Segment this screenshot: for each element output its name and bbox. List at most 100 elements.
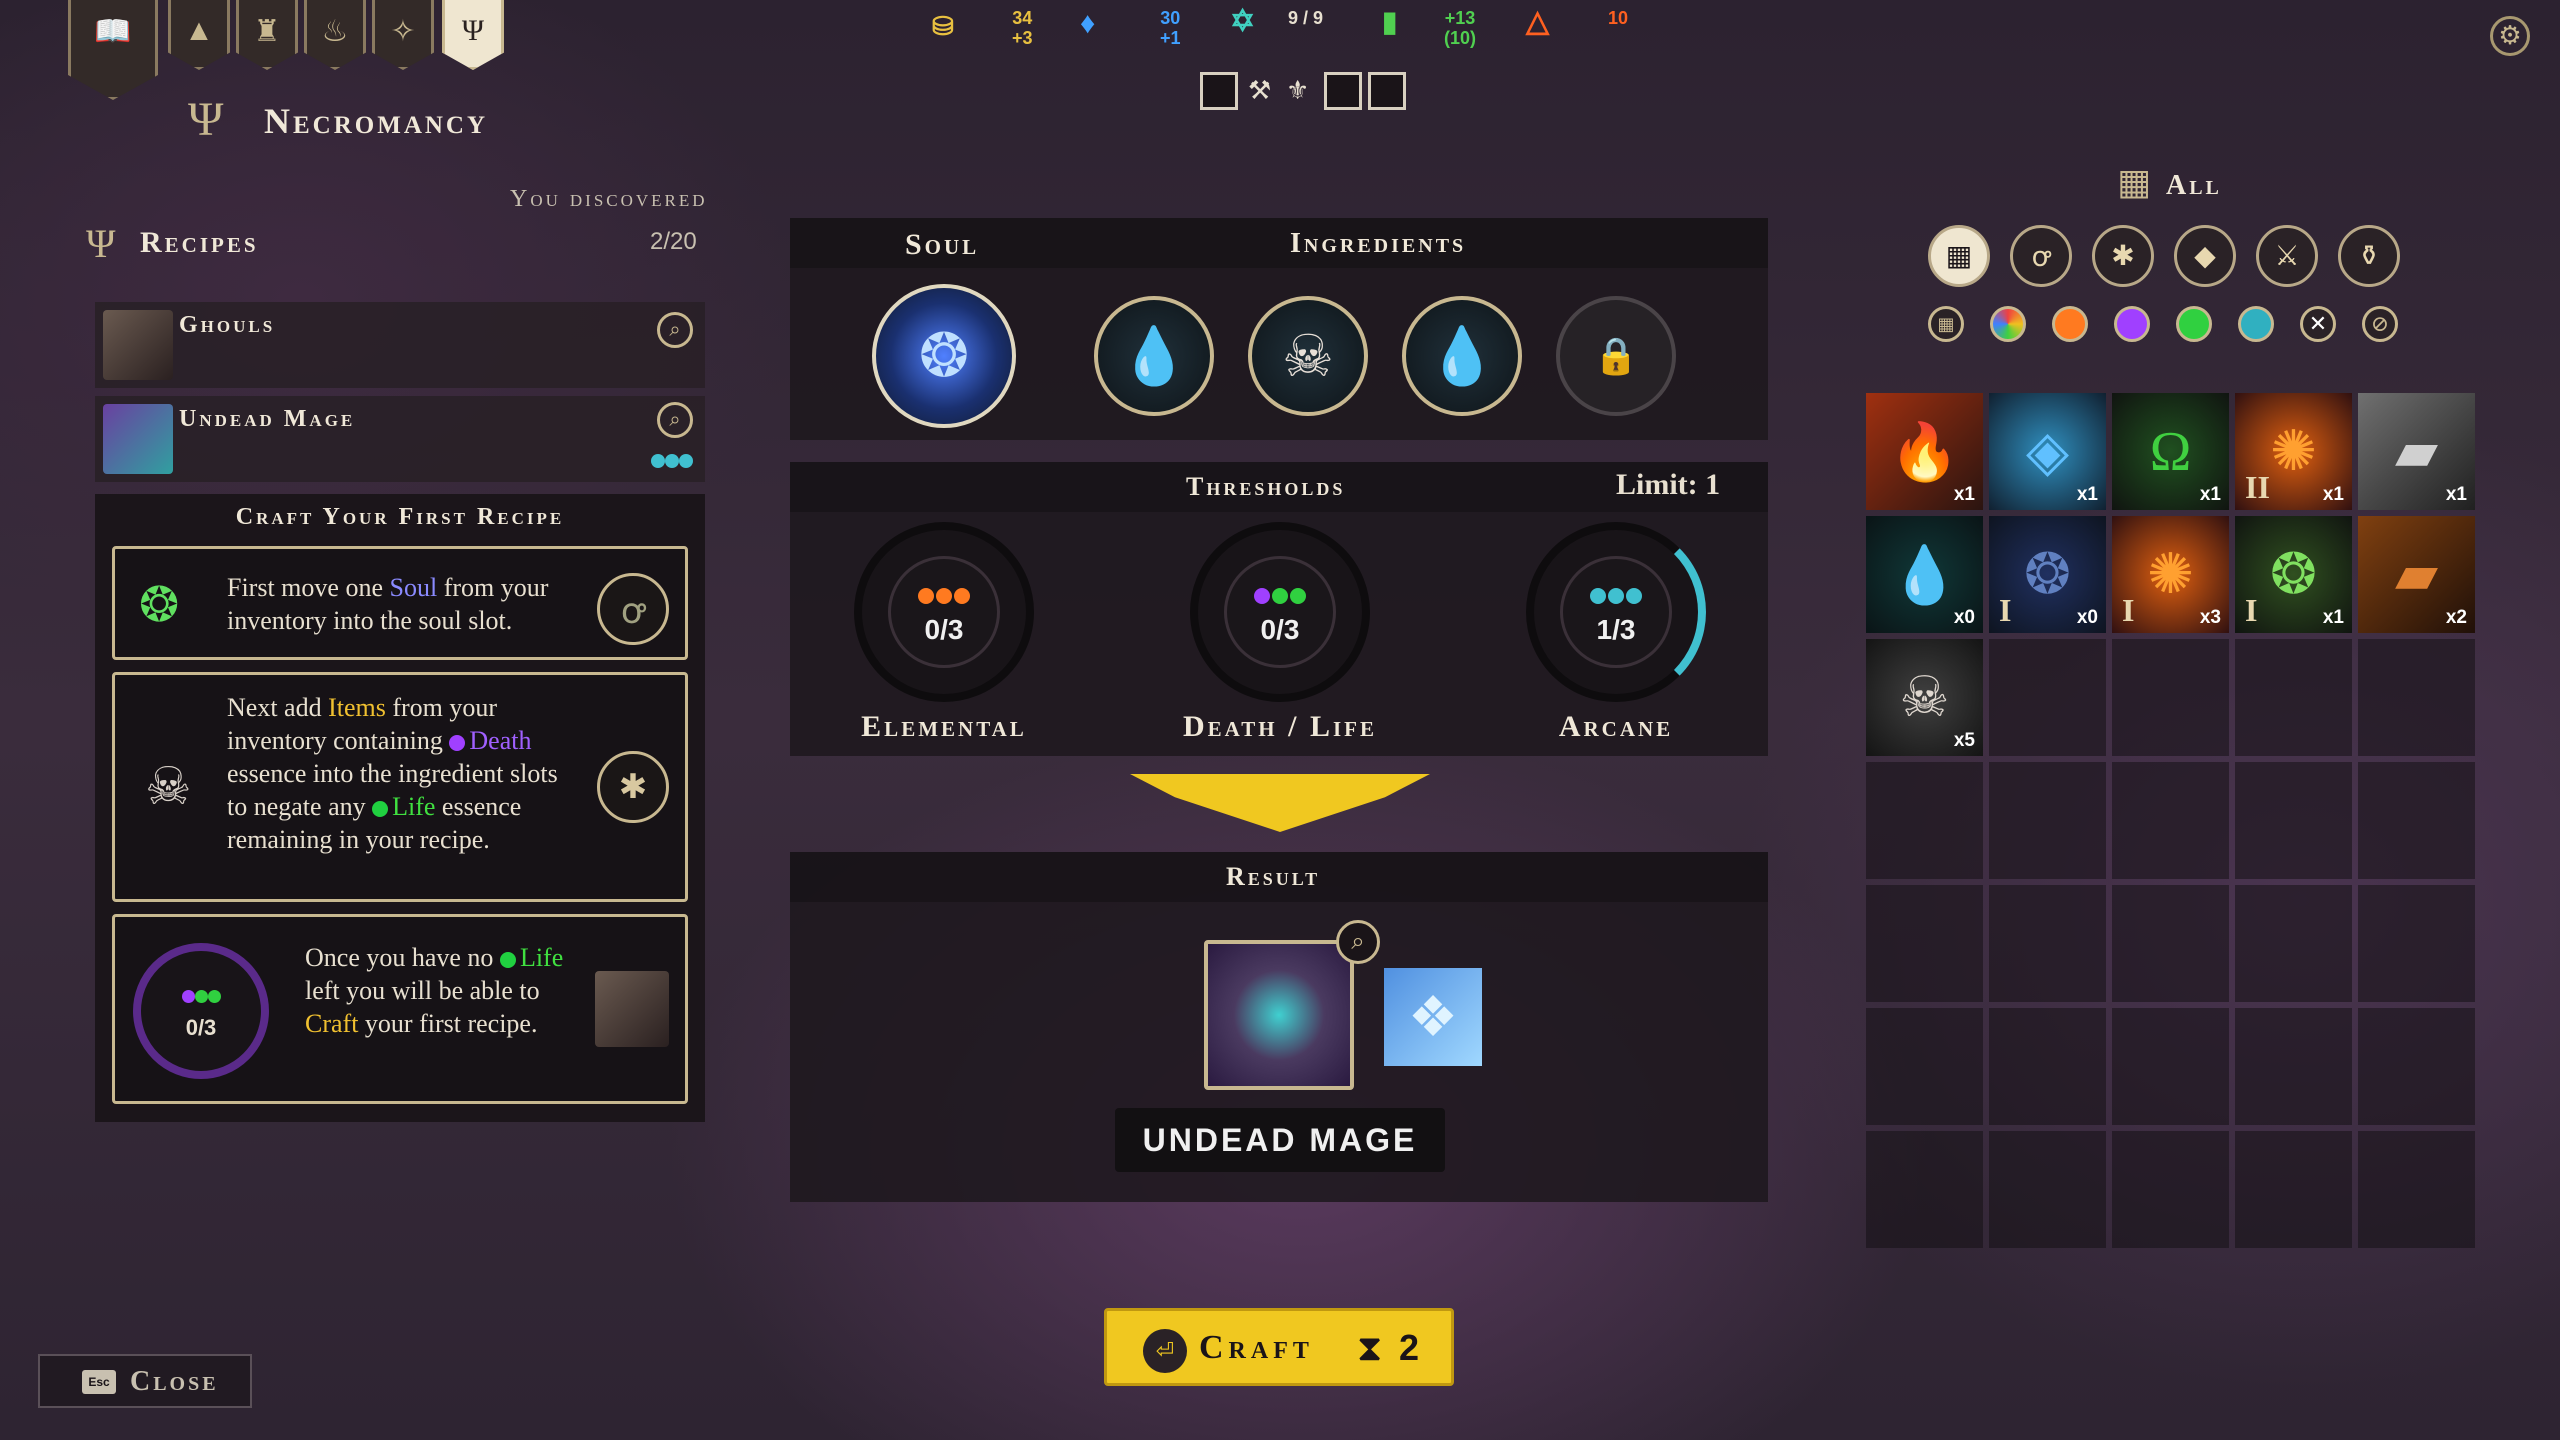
inventory-empty-slot[interactable] xyxy=(1989,1131,2106,1248)
filter-multi[interactable] xyxy=(1990,306,2026,342)
filter-arcane[interactable] xyxy=(2238,306,2274,342)
category-materials[interactable]: ◆ xyxy=(2174,225,2236,287)
tutorial-step-3: 0/3 Once you have no Life left you will … xyxy=(112,914,688,1104)
filter-death[interactable] xyxy=(2114,306,2150,342)
soul-slot[interactable]: ❂ xyxy=(872,284,1016,428)
resource-crystal: 30 +1 xyxy=(1160,8,1181,48)
result-label: Result xyxy=(1226,862,1321,891)
inventory-empty-slot[interactable] xyxy=(1989,885,2106,1002)
inventory-empty-slot[interactable] xyxy=(2358,1131,2475,1248)
settings-gear-icon[interactable]: ⚙ xyxy=(2490,16,2530,56)
resource-pentagram: 9 / 9 xyxy=(1288,8,1324,28)
blue-crystal-icon: ❖ xyxy=(1384,968,1482,1066)
filter-elemental[interactable] xyxy=(2052,306,2088,342)
ingredient-slot-locked: 🔒 xyxy=(1556,296,1676,416)
inventory-item[interactable]: ▰ x1 xyxy=(2358,393,2475,510)
category-potions[interactable]: ⚱ xyxy=(2338,225,2400,287)
inventory-item[interactable]: ❂ Ix1 xyxy=(2235,516,2352,633)
step3-text: Once you have no Life left you will be a… xyxy=(305,943,564,1038)
filter-life[interactable] xyxy=(2176,306,2212,342)
inventory-empty-slot[interactable] xyxy=(1989,639,2106,756)
inventory-item[interactable]: ✺ II x1 xyxy=(2235,393,2352,510)
inventory-empty-slot[interactable] xyxy=(2235,762,2352,879)
crossed-tools-icon: ⚔ xyxy=(2274,241,2300,272)
category-all[interactable]: ▦ xyxy=(1928,225,1990,287)
filter-clear[interactable]: ⊘ xyxy=(2362,306,2398,342)
tab-enchanting[interactable]: ✧ xyxy=(372,0,434,70)
inventory-empty-slot[interactable] xyxy=(2358,762,2475,879)
inventory-item[interactable]: ◈ x1 xyxy=(1989,393,2106,510)
controller-button-icon: ⏎ xyxy=(1143,1329,1187,1373)
threshold-death-life: 0/3 xyxy=(1190,522,1370,702)
grid-icon: ▦ xyxy=(2116,162,2151,202)
discovered-label: You discovered xyxy=(510,186,708,212)
inventory-empty-slot[interactable] xyxy=(1866,885,1983,1002)
item-count: x1 xyxy=(2076,484,2098,505)
inventory-empty-slot[interactable] xyxy=(2235,1131,2352,1248)
tab-tower[interactable]: ♜ xyxy=(236,0,298,70)
inventory-item[interactable]: ☠ x5 xyxy=(1866,639,1983,756)
category-essence[interactable]: ꝍ xyxy=(2010,225,2072,287)
inventory-item[interactable]: 💧 x0 xyxy=(1866,516,1983,633)
equip-slot-2[interactable] xyxy=(1324,72,1362,110)
equip-slot-3[interactable] xyxy=(1368,72,1406,110)
discovered-count: 2/20 xyxy=(650,228,697,255)
gauge-value: 0/3 xyxy=(185,1015,217,1040)
ingredient-slot-2[interactable]: ☠ xyxy=(1248,296,1368,416)
craft-button[interactable]: ⏎ Craft ⧗ 2 xyxy=(1104,1308,1454,1386)
inventory-item[interactable]: Ωx1 xyxy=(2112,393,2229,510)
filter-none[interactable]: ✕ xyxy=(2300,306,2336,342)
result-magnifier-icon[interactable]: ⌕ xyxy=(1336,920,1380,964)
skull-icon: ☠ xyxy=(145,759,192,816)
antlers-icon: Ψ xyxy=(461,14,485,47)
inventory-empty-slot[interactable] xyxy=(2112,1008,2229,1125)
category-tools[interactable]: ⚔ xyxy=(2256,225,2318,287)
inventory-item[interactable]: ❂ Ix0 xyxy=(1989,516,2106,633)
tab-necromancy[interactable]: Ψ xyxy=(442,0,504,70)
threshold-value: 1/3 xyxy=(1596,614,1636,645)
tier-numeral: I xyxy=(2122,592,2135,628)
filter-all[interactable]: ▦ xyxy=(1928,306,1964,342)
tab-alchemy[interactable]: ▲ xyxy=(168,0,230,70)
item-count: x1 xyxy=(2445,484,2467,505)
inventory-empty-slot[interactable] xyxy=(1989,1008,2106,1125)
tab-codex[interactable]: 📖 xyxy=(68,0,158,100)
recipe-item-ghouls[interactable]: Ghouls ⌕ xyxy=(95,302,705,388)
ingredient-slot-1[interactable]: 💧 xyxy=(1094,296,1214,416)
inventory-empty-slot[interactable] xyxy=(1989,762,2106,879)
magnifier-icon[interactable]: ⌕ xyxy=(657,402,693,438)
inventory-empty-slot[interactable] xyxy=(1866,1008,1983,1125)
equip-slot-1[interactable] xyxy=(1200,72,1238,110)
ingredient-slot-3[interactable]: 💧 xyxy=(1402,296,1522,416)
green-book-icon: ▮ xyxy=(1382,6,1398,37)
item-count: x3 xyxy=(2199,607,2221,628)
inventory-empty-slot[interactable] xyxy=(2235,639,2352,756)
item-count: x1 xyxy=(2322,607,2344,628)
inventory-empty-slot[interactable] xyxy=(1866,1131,1983,1248)
arcane-dots xyxy=(651,452,693,470)
esc-key-icon: Esc xyxy=(82,1370,116,1394)
inventory-empty-slot[interactable] xyxy=(2112,639,2229,756)
inventory-empty-slot[interactable] xyxy=(2358,885,2475,1002)
inventory-empty-slot[interactable] xyxy=(2358,1008,2475,1125)
inventory-item[interactable]: ✺ Ix3 xyxy=(2112,516,2229,633)
inventory-empty-slot[interactable] xyxy=(2112,762,2229,879)
inventory-empty-slot[interactable] xyxy=(2235,1008,2352,1125)
inventory-empty-slot[interactable] xyxy=(1866,762,1983,879)
cauldron-icon: ♨ xyxy=(321,15,349,48)
hammer-crossed-icon: ⚒ xyxy=(1248,76,1272,105)
close-button[interactable]: Esc Close xyxy=(38,1354,252,1408)
result-portrait[interactable] xyxy=(1204,940,1354,1090)
inventory-item[interactable]: ▰ x2 xyxy=(2358,516,2475,633)
inventory-empty-slot[interactable] xyxy=(2112,1131,2229,1248)
category-ingredients[interactable]: ✱ xyxy=(2092,225,2154,287)
inventory-empty-slot[interactable] xyxy=(2112,885,2229,1002)
inventory-empty-slot[interactable] xyxy=(2358,639,2475,756)
magnifier-icon[interactable]: ⌕ xyxy=(657,312,693,348)
green-swirl-icon: ❂ xyxy=(139,579,180,632)
recipe-item-undead-mage[interactable]: Undead Mage ⌕ xyxy=(95,396,705,482)
inventory-empty-slot[interactable] xyxy=(2235,885,2352,1002)
top-resource-bar: ⛁ 34 +3 ♦ 30 +1 ✡ 9 / 9 ▮ +13 (10) △ 10 xyxy=(920,0,1680,64)
inventory-item[interactable]: 🔥 x1 xyxy=(1866,393,1983,510)
tab-cooking[interactable]: ♨ xyxy=(304,0,366,70)
